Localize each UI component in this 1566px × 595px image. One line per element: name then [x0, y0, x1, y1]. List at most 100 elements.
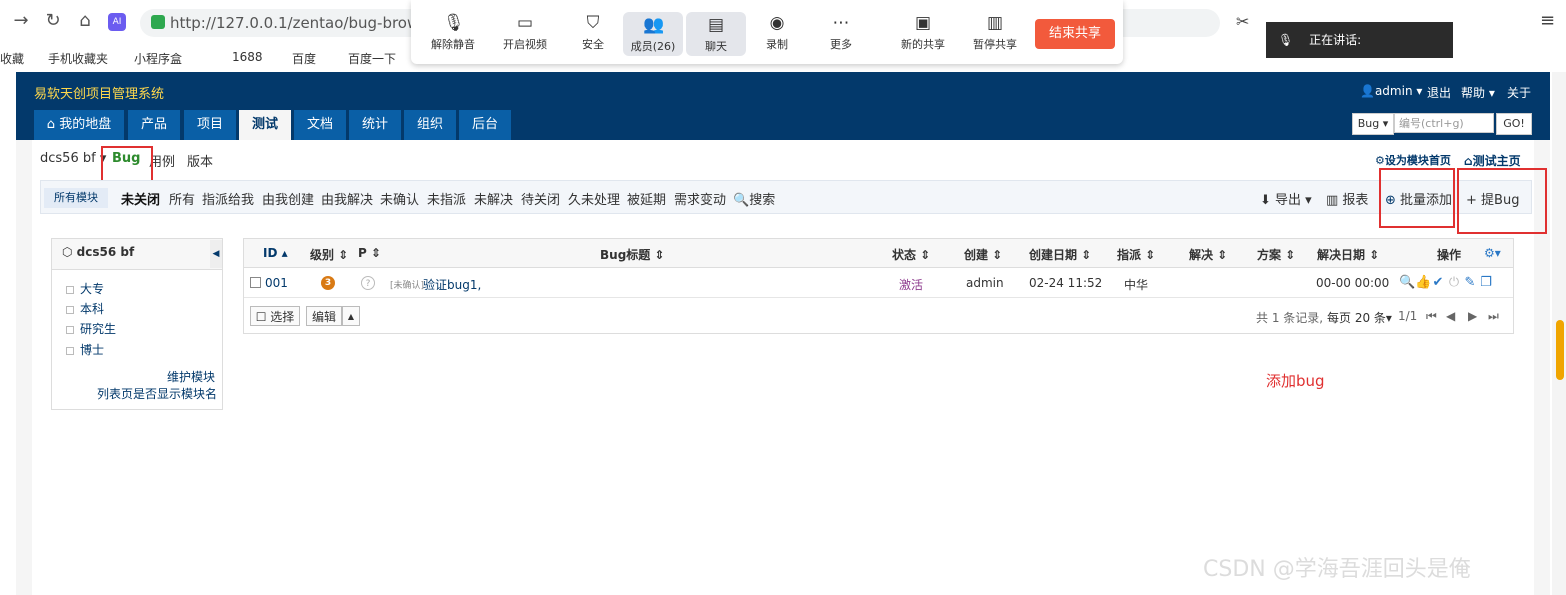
- bug-title-link[interactable]: 验证bug1,: [423, 276, 481, 293]
- start-video-button[interactable]: ▭ 开启视频: [495, 0, 555, 64]
- col-creator[interactable]: 创建 ⇕: [964, 246, 1002, 263]
- batch-dropdown-icon[interactable]: ▲: [342, 306, 360, 326]
- nav-stats[interactable]: 统计: [349, 110, 401, 140]
- product-switcher[interactable]: dcs56 bf ▾: [40, 151, 106, 166]
- next-page-icon[interactable]: ▶: [1468, 309, 1477, 323]
- col-status[interactable]: 状态 ⇕: [892, 246, 930, 263]
- search-input[interactable]: 编号(ctrl+g): [1394, 113, 1494, 133]
- nav-project[interactable]: 项目: [184, 110, 236, 140]
- filter-unassigned[interactable]: 未指派: [427, 189, 466, 208]
- subnav-build[interactable]: 版本: [187, 151, 213, 170]
- col-title[interactable]: Bug标题 ⇕: [600, 246, 665, 263]
- reload-icon[interactable]: ↻: [42, 10, 64, 32]
- tree-node[interactable]: 大专: [66, 280, 104, 297]
- col-id[interactable]: ID ▴: [263, 246, 288, 260]
- column-settings-icon[interactable]: ⚙▾: [1484, 246, 1501, 260]
- confirm-icon[interactable]: 👍: [1415, 276, 1431, 290]
- nav-org[interactable]: 组织: [404, 110, 456, 140]
- copy-icon[interactable]: ❐: [1479, 276, 1493, 290]
- more-button[interactable]: ⋯ 更多: [811, 0, 871, 64]
- set-module-home-link[interactable]: ⚙设为模块首页: [1375, 152, 1451, 168]
- search-toggle[interactable]: 🔍搜索: [733, 189, 775, 208]
- col-resolved-date[interactable]: 解决日期 ⇕: [1317, 246, 1379, 263]
- bookmark-item[interactable]: 百度: [292, 50, 316, 67]
- tree-node[interactable]: 博士: [66, 341, 104, 358]
- report-button[interactable]: ▥ 报表: [1326, 189, 1368, 208]
- show-module-name-link[interactable]: 列表页是否显示模块名: [97, 385, 217, 402]
- tree-node[interactable]: 本科: [66, 300, 104, 317]
- ai-icon[interactable]: AI: [108, 13, 126, 31]
- node-icon: [66, 325, 74, 334]
- nav-admin[interactable]: 后台: [459, 110, 511, 140]
- filter-unconfirmed[interactable]: 未确认: [380, 189, 419, 208]
- collapse-icon[interactable]: ◀: [210, 240, 222, 268]
- bug-id[interactable]: 001: [265, 276, 288, 290]
- view-icon[interactable]: 🔍: [1399, 276, 1415, 290]
- tree-node[interactable]: 研究生: [66, 320, 116, 337]
- prev-page-icon[interactable]: ◀: [1446, 309, 1455, 323]
- chat-button[interactable]: ▤ 聊天: [686, 12, 746, 56]
- maintain-modules-link[interactable]: 维护模块: [167, 368, 215, 385]
- nav-my[interactable]: ⌂ 我的地盘: [34, 110, 124, 140]
- bookmark-item[interactable]: 百度一下: [348, 50, 396, 67]
- filter-story-changed[interactable]: 需求变动: [674, 189, 726, 208]
- col-severity[interactable]: 级别 ⇕: [310, 246, 348, 263]
- search-go-button[interactable]: GO!: [1496, 113, 1532, 135]
- col-resolution[interactable]: 方案 ⇕: [1257, 246, 1295, 263]
- col-created-date[interactable]: 创建日期 ⇕: [1029, 246, 1091, 263]
- row-checkbox[interactable]: [250, 277, 261, 288]
- filter-created-by-me[interactable]: 由我创建: [262, 189, 314, 208]
- members-button[interactable]: 👥 成员(26): [623, 12, 683, 56]
- help-menu[interactable]: 帮助 ▾: [1461, 84, 1495, 101]
- filter-unresolved[interactable]: 未解决: [474, 189, 513, 208]
- col-assigned[interactable]: 指派 ⇕: [1117, 246, 1155, 263]
- export-menu[interactable]: ⬇ 导出 ▾: [1260, 189, 1312, 208]
- search-type-select[interactable]: Bug ▾: [1352, 113, 1394, 135]
- bookmark-item[interactable]: 小程序盒: [134, 50, 182, 67]
- filter-postponed[interactable]: 被延期: [627, 189, 666, 208]
- scroll-thumb[interactable]: [1556, 320, 1564, 380]
- first-page-icon[interactable]: ⏮: [1426, 309, 1437, 324]
- menu-icon[interactable]: ≡: [1540, 10, 1555, 31]
- batch-edit-button[interactable]: 编辑: [306, 306, 342, 326]
- user-menu[interactable]: 👤admin ▾: [1360, 84, 1422, 98]
- nav-product[interactable]: 产品: [128, 110, 180, 140]
- last-page-icon[interactable]: ⏭: [1488, 309, 1499, 324]
- record-button[interactable]: ◉ 录制: [747, 0, 807, 64]
- filter-assigned-to-me[interactable]: 指派给我: [202, 189, 254, 208]
- pause-share-button[interactable]: ▥ 暂停共享: [965, 0, 1025, 64]
- close-bug-icon[interactable]: ⏻: [1447, 276, 1461, 290]
- test-home-link[interactable]: ⌂测试主页: [1464, 152, 1521, 169]
- resolve-icon[interactable]: ✔: [1431, 276, 1445, 290]
- nav-doc[interactable]: 文档: [294, 110, 346, 140]
- new-share-button[interactable]: ▣ 新的共享: [893, 0, 953, 64]
- filter-long-pending[interactable]: 久未处理: [568, 189, 620, 208]
- all-modules-tag[interactable]: 所有模块: [44, 188, 108, 208]
- security-button[interactable]: ⛉ 安全: [563, 0, 623, 64]
- filter-to-close[interactable]: 待关闭: [521, 189, 560, 208]
- home-icon[interactable]: ⌂: [74, 10, 96, 32]
- edit-icon[interactable]: ✎: [1463, 276, 1477, 290]
- mic-off-icon: 🎙: [443, 13, 465, 33]
- bug-assigned[interactable]: 中华: [1124, 276, 1148, 293]
- col-priority[interactable]: P ⇕: [358, 246, 381, 260]
- back-icon[interactable]: →: [10, 10, 32, 32]
- pager-per-page[interactable]: 每页 20 条▾: [1327, 309, 1392, 326]
- bookmark-item[interactable]: 1688: [232, 50, 263, 64]
- bookmark-item[interactable]: 收藏: [0, 50, 24, 67]
- members-icon: 👥: [643, 15, 665, 35]
- logout-link[interactable]: 退出: [1427, 84, 1451, 101]
- cut-icon[interactable]: ✂: [1236, 12, 1249, 31]
- highlight-box: [1379, 168, 1455, 228]
- about-link[interactable]: 关于: [1507, 84, 1531, 101]
- unmute-button[interactable]: 🎙 解除静音: [423, 0, 483, 64]
- select-all-button[interactable]: ☐ 选择: [250, 306, 300, 326]
- filter-all[interactable]: 所有: [169, 189, 195, 208]
- bookmark-item[interactable]: 手机收藏夹: [48, 50, 108, 67]
- nav-test[interactable]: 测试: [239, 110, 291, 140]
- filter-unclosed[interactable]: 未关闭: [121, 189, 160, 208]
- col-resolver[interactable]: 解决 ⇕: [1189, 246, 1227, 263]
- filter-resolved-by-me[interactable]: 由我解决: [321, 189, 373, 208]
- url-text[interactable]: http://127.0.0.1/zentao/bug-browse-: [170, 14, 442, 32]
- end-share-button[interactable]: 结束共享: [1035, 19, 1115, 49]
